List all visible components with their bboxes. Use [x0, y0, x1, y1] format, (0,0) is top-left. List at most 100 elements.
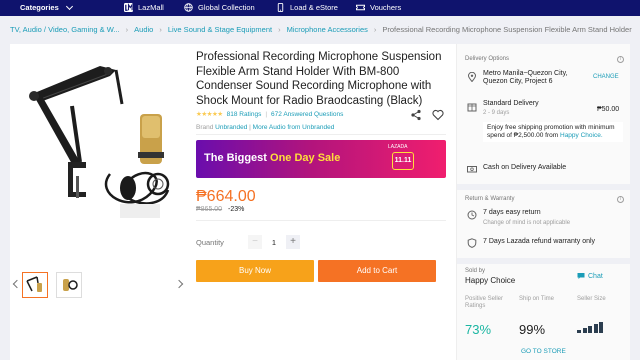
rating-stars: ★★★★★	[196, 111, 223, 118]
phone-icon	[277, 3, 284, 12]
chevron-right-icon[interactable]	[174, 279, 184, 289]
breadcrumb-item[interactable]: Live Sound & Stage Equipment	[168, 25, 272, 34]
standard-delivery-label: Standard Delivery	[483, 100, 539, 107]
product-image[interactable]	[10, 44, 194, 232]
breadcrumb-separator: ›	[278, 24, 281, 34]
brand-row: Brand Unbranded | More Audio from Unbran…	[196, 124, 334, 131]
sale-banner[interactable]: The Biggest One Day Sale LAZADA 11.11	[196, 140, 446, 178]
product-title: Professional Recording Microphone Suspen…	[196, 51, 442, 107]
delivery-fee: ₱50.00	[597, 106, 620, 113]
brand-divider: |	[249, 124, 251, 131]
thumbnail-image	[63, 279, 78, 291]
thumbnail-image	[26, 276, 42, 292]
breadcrumb-item[interactable]: TV, Audio / Video, Gaming & W...	[10, 25, 120, 34]
load-estore-link[interactable]: Load & eStore	[276, 3, 338, 12]
seller-name[interactable]: Happy Choice	[465, 276, 515, 285]
breadcrumb-separator: ›	[373, 24, 377, 34]
globe-icon	[184, 3, 193, 12]
seller-size-bars	[577, 319, 603, 333]
quantity-value[interactable]: 1	[266, 238, 282, 247]
breadcrumb: TV, Audio / Video, Gaming & W... › Audio…	[10, 23, 632, 35]
add-to-cart-button[interactable]: Add to Cart	[318, 260, 436, 282]
info-icon[interactable]: i	[617, 56, 624, 63]
location-pin-icon	[467, 72, 477, 82]
global-collection-link[interactable]: Global Collection	[184, 3, 255, 12]
thumbnail[interactable]	[22, 272, 48, 298]
size-bar	[599, 322, 603, 333]
sold-by-label: Sold by	[465, 268, 486, 274]
lazmall-icon	[124, 3, 133, 12]
size-bar	[582, 328, 587, 333]
global-collection-label: Global Collection	[198, 3, 255, 12]
breadcrumb-separator: ›	[125, 24, 129, 34]
chat-label: Chat	[588, 272, 603, 280]
return-warranty-title: Return & Warranty	[465, 196, 515, 202]
chat-button[interactable]: Chat	[577, 272, 603, 280]
brand-label: Brand	[196, 124, 214, 131]
ship-on-time-value: 99%	[519, 322, 546, 337]
microphone-arm-image	[10, 44, 194, 232]
easy-return-note: Change of mind is not applicable	[483, 220, 571, 226]
free-shipping-promo: Enjoy free shipping promotion with minim…	[483, 122, 623, 142]
change-location-link[interactable]: CHANGE	[593, 74, 619, 80]
size-bar	[588, 326, 592, 333]
shield-icon	[467, 238, 477, 248]
buy-now-button[interactable]: Buy Now	[196, 260, 314, 282]
promo-store-link[interactable]: Happy Choice.	[560, 132, 603, 139]
divider	[196, 134, 446, 135]
share-icon[interactable]	[410, 109, 422, 121]
positive-ratings-label: Positive Seller Ratings	[465, 296, 504, 309]
rating-row: ★★★★★ 818 Ratings | 672 Answered Questio…	[196, 110, 343, 119]
cash-icon	[467, 166, 477, 173]
vouchers-label: Vouchers	[370, 3, 402, 12]
banner-logo: LAZADA	[388, 144, 408, 150]
vouchers-link[interactable]: Vouchers	[356, 3, 401, 12]
go-to-store-link[interactable]: GO TO STORE	[521, 348, 566, 355]
quantity-minus-button[interactable]: −	[248, 235, 262, 249]
breadcrumb-separator: ›	[159, 24, 162, 34]
return-clock-icon	[467, 210, 477, 220]
banner-text-white: The Biggest	[204, 152, 271, 164]
original-price: ₱865.00	[196, 206, 223, 213]
categories-label: Categories	[20, 3, 59, 12]
breadcrumb-current: Professional Recording Microphone Suspen…	[382, 24, 632, 34]
product-panel: Professional Recording Microphone Suspen…	[10, 44, 456, 360]
quantity-plus-button[interactable]: +	[286, 235, 300, 249]
answered-questions-link[interactable]: 672 Answered Questions	[271, 111, 343, 118]
breadcrumb-item[interactable]: Microphone Accessories	[287, 25, 368, 34]
refund-warranty: 7 Days Lazada refund warranty only	[483, 238, 596, 245]
banner-text: The Biggest One Day Sale	[204, 152, 340, 164]
brand-link[interactable]: Unbranded	[215, 124, 247, 131]
info-icon[interactable]: i	[617, 196, 624, 203]
heart-icon[interactable]	[432, 109, 444, 121]
package-icon	[467, 103, 477, 112]
thumbnail[interactable]	[56, 272, 82, 298]
cod-available: Cash on Delivery Available	[483, 164, 567, 171]
banner-text-yellow: One Day Sale	[270, 152, 341, 164]
thumbnail-strip	[10, 272, 194, 302]
lazmall-link[interactable]: LazMall	[124, 3, 164, 12]
price: ₱664.00	[196, 188, 256, 205]
seller-size-label: Seller Size	[577, 296, 606, 302]
original-price-row: ₱865.00 -23%	[196, 206, 244, 213]
ratings-link[interactable]: 818 Ratings	[227, 111, 262, 118]
delivery-options-title: Delivery Options	[465, 56, 510, 62]
top-nav: Categories LazMall Global Collection Loa…	[0, 0, 640, 16]
easy-return: 7 days easy return	[483, 209, 541, 216]
breadcrumb-item[interactable]: Audio	[134, 25, 153, 34]
voucher-icon	[356, 4, 365, 11]
chevron-left-icon[interactable]	[12, 279, 22, 289]
categories-menu[interactable]: Categories	[20, 2, 73, 12]
load-estore-label: Load & eStore	[290, 3, 338, 12]
banner-badge: 11.11	[392, 152, 414, 170]
chevron-down-icon	[65, 2, 73, 10]
positive-ratings-value: 73%	[465, 322, 492, 337]
quantity-label: Quantity	[196, 238, 224, 247]
divider	[196, 220, 446, 221]
more-from-brand-link[interactable]: More Audio from Unbranded	[253, 124, 335, 131]
chat-icon	[577, 273, 585, 279]
size-bar	[593, 324, 598, 333]
delivery-location: Metro Manila~Quezon City, Quezon City, P…	[483, 70, 568, 85]
size-bar	[577, 330, 581, 333]
delivery-days: 2 - 9 days	[483, 110, 510, 116]
